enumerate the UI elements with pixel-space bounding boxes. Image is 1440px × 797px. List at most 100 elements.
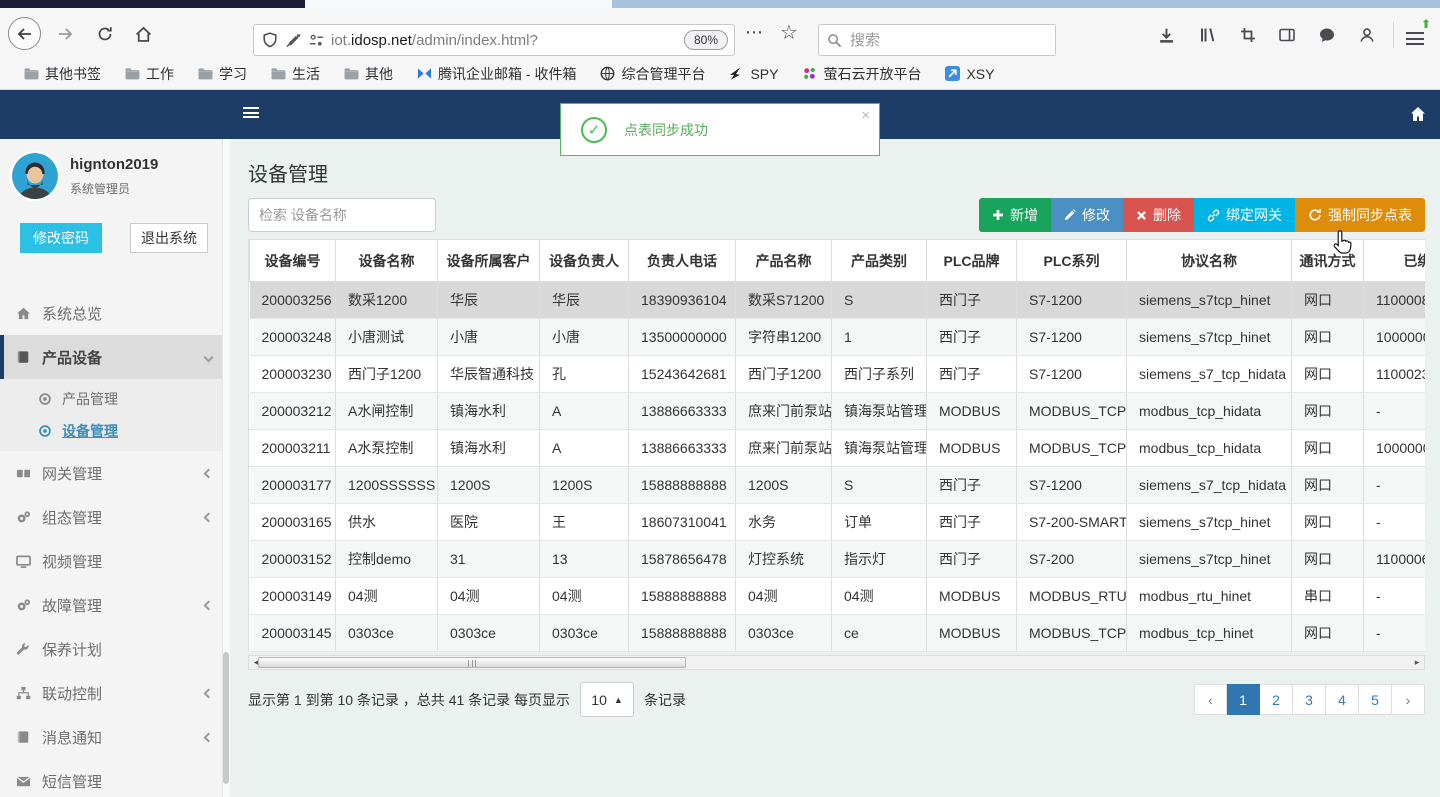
table-cell: A — [539, 429, 629, 467]
table-cell: A — [539, 392, 629, 430]
user-role: 系统管理员 — [70, 182, 131, 196]
sidebar-subitem-产品管理[interactable]: 产品管理 — [0, 383, 230, 415]
sidebar-item-消息通知[interactable]: 消息通知 — [0, 715, 230, 759]
page-button-5[interactable]: 5 — [1359, 684, 1392, 715]
sidebar-toggle-button[interactable] — [1276, 24, 1298, 46]
table-row-200003152[interactable]: 200003152 控制demo 31 13 15878656478 灯控系统 指示灯 西门子… — [249, 540, 1425, 578]
page-button-1[interactable]: 1 — [1227, 684, 1260, 715]
force-sync-button[interactable]: 强制同步点表 — [1295, 198, 1425, 232]
sidebar-collapse-icon[interactable] — [243, 107, 259, 118]
downloads-button[interactable] — [1155, 24, 1177, 46]
horizontal-scrollbar[interactable]: ◂ ▸ — [248, 655, 1425, 670]
back-button[interactable] — [8, 17, 41, 50]
page-button-2[interactable]: 2 — [1260, 684, 1293, 715]
bookmark-label: 综合管理平台 — [621, 65, 706, 82]
delete-button[interactable]: 删除 — [1123, 198, 1194, 232]
update-badge-icon: ⬆ — [1421, 17, 1432, 31]
toast-notification: ✓ 点表同步成功 × — [560, 103, 880, 156]
table-row-200003248[interactable]: 200003248 小唐测试 小唐 小唐 13500000000 字符串1200 1 西门子 S… — [249, 318, 1425, 356]
permissions-icon[interactable] — [309, 33, 324, 48]
sidebar-item-系统总览[interactable]: 系统总览 — [0, 291, 230, 335]
bind-gateway-button[interactable]: 绑定网关 — [1194, 198, 1295, 232]
bookmark-XSY[interactable]: XSY — [945, 66, 994, 82]
sidebar-item-label: 组态管理 — [42, 509, 103, 527]
edit-button[interactable]: 修改 — [1051, 198, 1123, 232]
change-password-button[interactable]: 修改密码 — [20, 223, 102, 253]
bookmark-SPY[interactable]: SPY — [729, 66, 778, 82]
bookmark-其他[interactable]: 其他 — [344, 64, 393, 84]
page-prev-button[interactable]: ‹ — [1194, 684, 1227, 715]
account-button[interactable] — [1356, 24, 1378, 46]
logout-button[interactable]: 退出系统 — [130, 223, 208, 253]
zoom-badge[interactable]: 80% — [683, 30, 728, 50]
bookmark-综合管理平台[interactable]: 综合管理平台 — [600, 64, 705, 84]
toast-close-icon[interactable]: × — [861, 107, 870, 124]
bookmark-其他书签[interactable]: 其他书签 — [24, 64, 101, 84]
table-row-200003212[interactable]: 200003212 A水闸控制 镇海水利 A 13886663333 庶来门前泵站 镇海泵站… — [249, 392, 1425, 430]
refresh-button[interactable] — [92, 21, 118, 47]
table-row-200003230[interactable]: 200003230 西门子1200 华辰智通科技孔 15243642681 西门子120… — [249, 355, 1425, 393]
page-button-4[interactable]: 4 — [1326, 684, 1359, 715]
page-title: 设备管理 — [248, 164, 328, 186]
page-button-3[interactable]: 3 — [1293, 684, 1326, 715]
bookmark-工作[interactable]: 工作 — [125, 64, 174, 84]
pocket-button[interactable] — [1316, 24, 1338, 46]
sidebar-item-故障管理[interactable]: 故障管理 — [0, 583, 230, 627]
add-button[interactable]: 新增 — [979, 198, 1051, 232]
pencil-icon — [1064, 209, 1076, 221]
submenu-产品设备: 产品管理 设备管理 — [0, 379, 230, 451]
sidebar-item-视频管理[interactable]: 视频管理 — [0, 539, 230, 583]
bookmark-label: 生活 — [292, 65, 320, 82]
url-bar[interactable]: iot.idosp.net/admin/index.html? 80% — [253, 24, 735, 56]
sidebar-item-网关管理[interactable]: 网关管理 — [0, 451, 230, 495]
table-row-200003177[interactable]: 200003177 1200SSSSSS 1200S 1200S 15888888888… — [249, 466, 1425, 504]
page-size-select[interactable]: 10 ▲ — [580, 682, 635, 717]
table-row-200003149[interactable]: 200003149 04测 04测 04测 15888888888 04测 04测 MODBU… — [249, 577, 1425, 615]
ezviz-icon — [802, 66, 817, 81]
scroll-right-arrow[interactable]: ▸ — [1410, 656, 1424, 669]
scrollbar-thumb[interactable] — [258, 657, 686, 668]
bookmark-腾讯企业邮箱 - 收件箱[interactable]: 腾讯企业邮箱 - 收件箱 — [417, 64, 576, 84]
table-row-200003145[interactable]: 200003145 0303ce 0303ce 0303ce 15888888888 03… — [249, 614, 1425, 652]
browser-search-input[interactable] — [850, 31, 1055, 49]
bookmark-star-icon[interactable]: ☆ — [780, 20, 798, 45]
sidebar-item-label: 系统总览 — [42, 305, 103, 323]
table-cell: 华辰 — [437, 281, 540, 319]
plus-icon — [992, 209, 1004, 221]
dot-circle-icon — [38, 424, 62, 438]
blocked-pencil-icon[interactable] — [285, 33, 302, 48]
browser-home-button[interactable] — [130, 21, 156, 47]
table-row-200003256[interactable]: 200003256 数采1200 华辰 华辰 18390936104 数采S71200 S 西… — [249, 281, 1425, 319]
library-button[interactable] — [1196, 24, 1218, 46]
sidebar-item-保养计划[interactable]: 保养计划 — [0, 627, 230, 671]
app-home-icon[interactable] — [1410, 106, 1426, 122]
table-cell: S7-200 — [1016, 540, 1127, 578]
table-cell: 供水 — [335, 503, 438, 541]
sidebar-subitem-设备管理[interactable]: 设备管理 — [0, 415, 230, 447]
table-row-200003165[interactable]: 200003165 供水 医院王 18607310041 水务 订单 西门子 S7-200-S… — [249, 503, 1425, 541]
bookmark-萤石云开放平台[interactable]: 萤石云开放平台 — [802, 64, 921, 84]
table-cell: 04测 — [831, 577, 927, 615]
page-actions-icon[interactable]: ⋯ — [745, 22, 763, 43]
shield-icon[interactable] — [262, 32, 278, 48]
device-search-input[interactable] — [248, 198, 436, 232]
sidebar-item-联动控制[interactable]: 联动控制 — [0, 671, 230, 715]
dot-circle-icon — [38, 392, 62, 406]
column-header-设备编号: 设备编号 — [249, 239, 336, 282]
bookmark-学习[interactable]: 学习 — [198, 64, 247, 84]
sidebar-item-产品设备[interactable]: 产品设备 — [0, 335, 230, 379]
sidebar-scrollbar[interactable] — [222, 139, 230, 797]
forward-button[interactable] — [52, 21, 78, 47]
table-row-200003211[interactable]: 200003211 A水泵控制 镇海水利 A 13886663333 庶来门前泵站 镇海泵站… — [249, 429, 1425, 467]
sidebar-scrollbar-thumb[interactable] — [223, 652, 229, 784]
url-text[interactable]: iot.idosp.net/admin/index.html? — [331, 32, 684, 49]
screen: iot.idosp.net/admin/index.html? 80% ⋯ ☆ … — [0, 0, 1440, 797]
sidebar-item-短信管理[interactable]: 短信管理 — [0, 759, 230, 797]
bookmark-生活[interactable]: 生活 — [271, 64, 320, 84]
screenshot-button[interactable] — [1237, 24, 1259, 46]
browser-search[interactable] — [818, 24, 1056, 56]
page-next-button[interactable]: › — [1392, 684, 1425, 715]
table-cell: 200003177 — [249, 466, 336, 504]
browser-tab-strip — [0, 0, 1440, 8]
sidebar-item-组态管理[interactable]: 组态管理 — [0, 495, 230, 539]
